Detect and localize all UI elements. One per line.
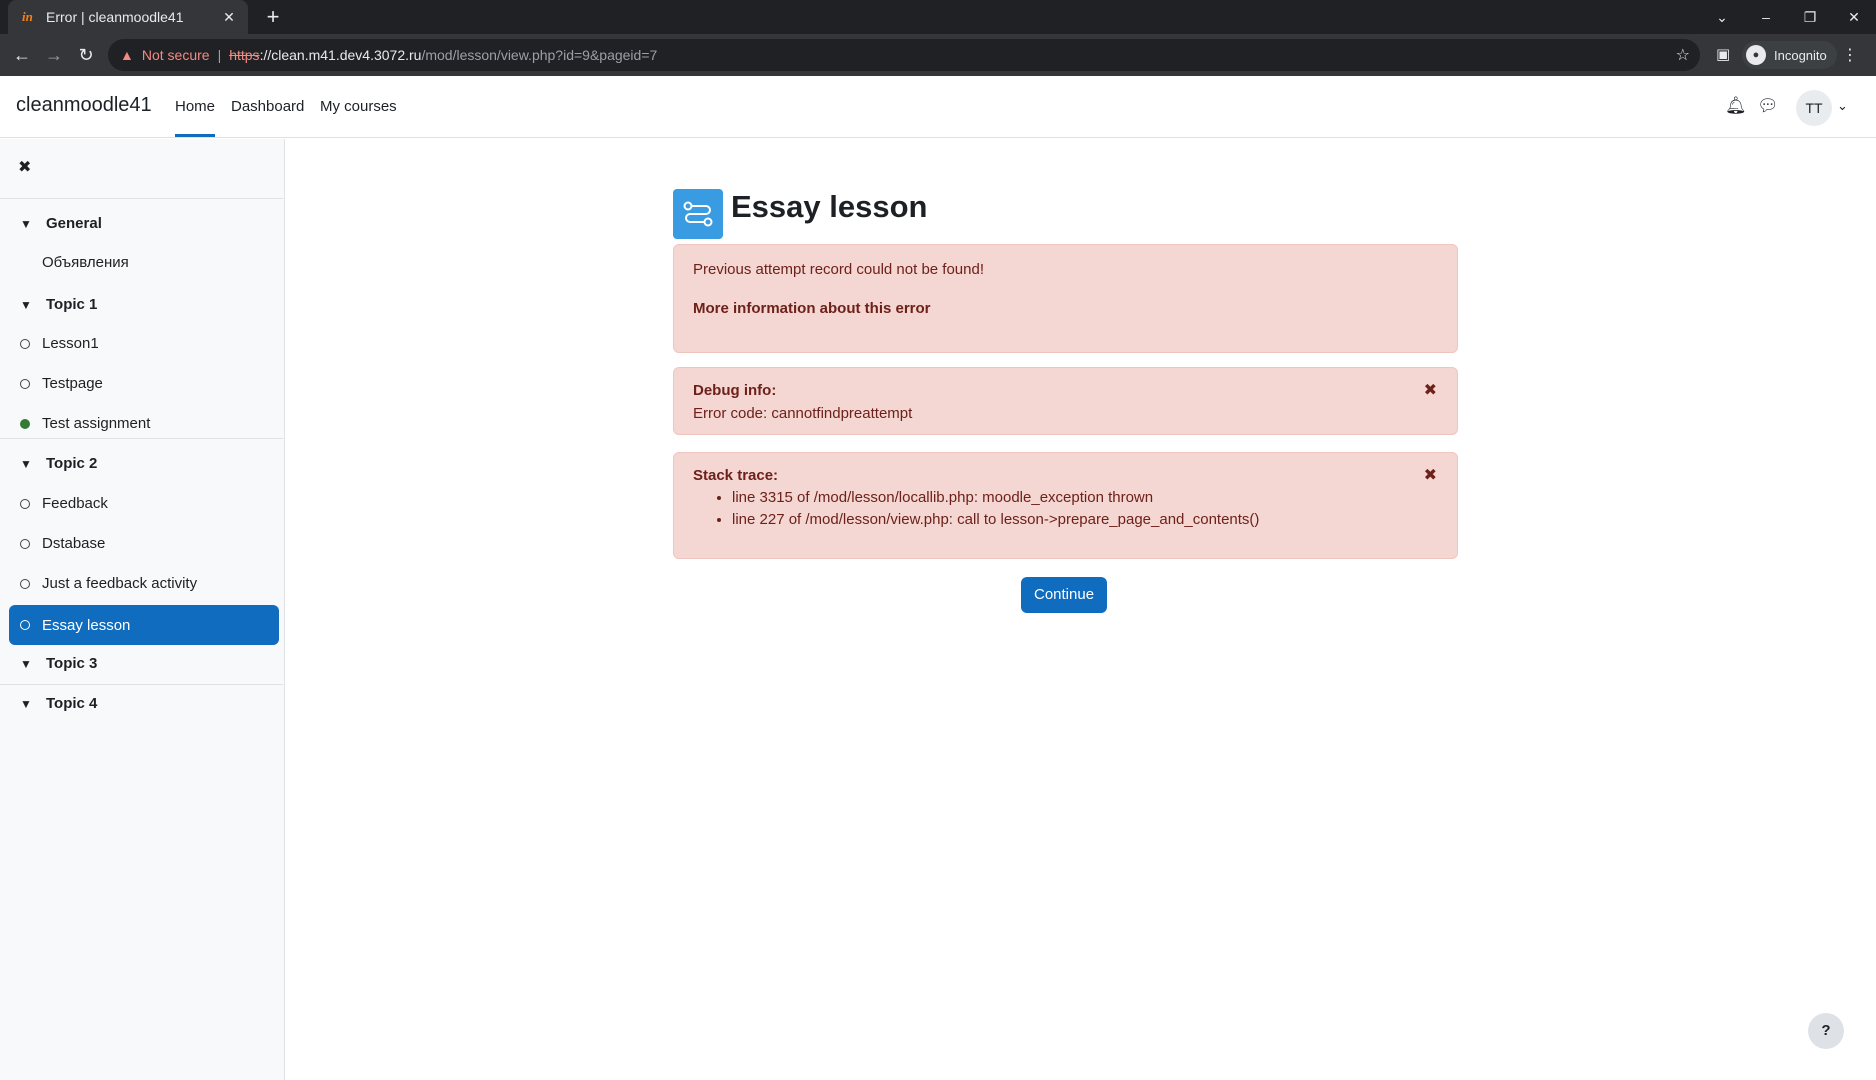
section-general[interactable]: ▼ General [20, 215, 102, 232]
section-divider [0, 684, 283, 685]
activity-essay-lesson[interactable]: Essay lesson [9, 605, 279, 645]
section-topic-3[interactable]: ▼ Topic 3 [20, 655, 97, 672]
activity-lesson1[interactable]: Lesson1 [20, 335, 99, 352]
incognito-badge[interactable]: ● Incognito [1742, 41, 1837, 69]
close-drawer-icon[interactable]: ✖ [18, 157, 31, 177]
stack-trace-list: line 3315 of /mod/lesson/locallib.php: m… [732, 487, 1259, 531]
reload-icon[interactable]: ↻ [74, 43, 98, 67]
activity-announcements[interactable]: Объявления [20, 254, 129, 271]
chevron-down-icon[interactable]: ▼ [20, 457, 34, 471]
stack-trace-line: line 3315 of /mod/lesson/locallib.php: m… [732, 487, 1259, 509]
site-brand[interactable]: cleanmoodle41 [16, 94, 152, 117]
messages-icon[interactable]: 💬︎ [1757, 96, 1779, 116]
browser-menu-icon[interactable]: ⋮ [1842, 45, 1858, 65]
debug-error-code: Error code: cannotfindpreattempt [693, 405, 913, 422]
completion-circle-icon [20, 538, 30, 549]
page-title: Essay lesson [731, 189, 928, 224]
side-panel-icon[interactable]: ▣ [1716, 45, 1730, 63]
activity-testpage[interactable]: Testpage [20, 375, 103, 392]
moodle-navbar: cleanmoodle41 Home Dashboard My courses … [0, 76, 1876, 138]
browser-tab-bar: in Error | cleanmoodle41 ✕ + ⌄ – ❐ ✕ [0, 0, 1876, 34]
forward-icon[interactable]: → [42, 43, 66, 67]
lesson-module-icon [673, 189, 723, 239]
url-scheme: https [229, 47, 260, 63]
main-content: Essay lesson Previous attempt record cou… [285, 139, 1876, 1080]
nav-my-courses[interactable]: My courses [320, 98, 397, 115]
url-path: /mod/lesson/view.php?id=9&pageid=7 [421, 47, 658, 63]
user-avatar[interactable]: TT [1796, 90, 1832, 126]
chevron-down-icon[interactable]: ▼ [20, 298, 34, 312]
security-label[interactable]: Not secure [142, 47, 210, 63]
stack-title: Stack trace: [693, 467, 779, 484]
error-alert: Previous attempt record could not be fou… [673, 244, 1458, 353]
tab-close-icon[interactable]: ✕ [220, 9, 238, 26]
completion-circle-icon [20, 578, 30, 589]
section-topic-2[interactable]: ▼ Topic 2 [20, 455, 97, 472]
completion-done-icon [20, 418, 30, 429]
window-close-icon[interactable]: ✕ [1832, 9, 1876, 26]
section-topic-4[interactable]: ▼ Topic 4 [20, 695, 97, 712]
nav-dashboard[interactable]: Dashboard [231, 98, 304, 115]
error-message: Previous attempt record could not be fou… [693, 261, 985, 278]
window-controls: ⌄ – ❐ ✕ [1700, 0, 1876, 34]
completion-circle-icon [20, 620, 30, 630]
minimize-icon[interactable]: – [1744, 9, 1788, 25]
chevron-down-icon[interactable]: ▼ [20, 697, 34, 711]
stack-trace-alert: Stack trace: line 3315 of /mod/lesson/lo… [673, 452, 1458, 559]
completion-circle-icon [20, 498, 30, 509]
browser-toolbar: ← → ↻ ▲ Not secure | https://clean.m41.d… [0, 34, 1876, 76]
chevron-down-icon[interactable]: ▼ [20, 657, 34, 671]
completion-circle-icon [20, 378, 30, 389]
tab-title: Error | cleanmoodle41 [46, 9, 184, 25]
section-topic-1[interactable]: ▼ Topic 1 [20, 296, 97, 313]
close-icon[interactable]: ✖ [1424, 380, 1437, 400]
back-icon[interactable]: ← [10, 43, 34, 67]
help-button[interactable]: ? [1808, 1013, 1844, 1049]
section-divider [0, 438, 283, 439]
new-tab-button[interactable]: + [260, 4, 286, 30]
activity-dstabase[interactable]: Dstabase [20, 535, 105, 552]
moodle-favicon-icon: in [22, 9, 33, 24]
restore-icon[interactable]: ❐ [1788, 9, 1832, 26]
course-index-drawer: ✖ ▼ General Объявления ▼ Topic 1 Lesson1 T… [0, 139, 285, 1080]
user-menu-chevron-icon[interactable]: ⌄ [1837, 98, 1848, 114]
browser-tab[interactable]: in Error | cleanmoodle41 ✕ [8, 0, 248, 34]
tab-search-icon[interactable]: ⌄ [1700, 9, 1744, 26]
address-bar[interactable]: ▲ Not secure | https://clean.m41.dev4.30… [108, 39, 1700, 71]
completion-circle-icon [20, 338, 30, 349]
section-divider [0, 198, 283, 199]
more-info-link[interactable]: More information about this error [693, 300, 931, 317]
bookmark-star-icon[interactable]: ☆ [1676, 45, 1690, 65]
nav-home[interactable]: Home [175, 98, 216, 137]
incognito-label: Incognito [1774, 47, 1827, 63]
close-icon[interactable]: ✖ [1424, 465, 1437, 485]
debug-info-alert: Debug info: Error code: cannotfindpreatt… [673, 367, 1458, 435]
notifications-bell-icon[interactable]: 🔔︎ [1725, 96, 1747, 116]
activity-test-assignment[interactable]: Test assignment [20, 415, 150, 432]
continue-button[interactable]: Continue [1021, 577, 1108, 613]
stack-trace-line: line 227 of /mod/lesson/view.php: call t… [732, 509, 1259, 531]
url-host: ://clean.m41.dev4.3072.ru [259, 47, 422, 63]
debug-title: Debug info: [693, 382, 777, 399]
chevron-down-icon[interactable]: ▼ [20, 217, 34, 231]
activity-feedback[interactable]: Feedback [20, 495, 108, 512]
address-separator: | [217, 47, 222, 63]
activity-just-a-feedback[interactable]: Just a feedback activity [20, 575, 197, 592]
incognito-icon: ● [1746, 45, 1766, 65]
warning-icon[interactable]: ▲ [120, 47, 134, 63]
